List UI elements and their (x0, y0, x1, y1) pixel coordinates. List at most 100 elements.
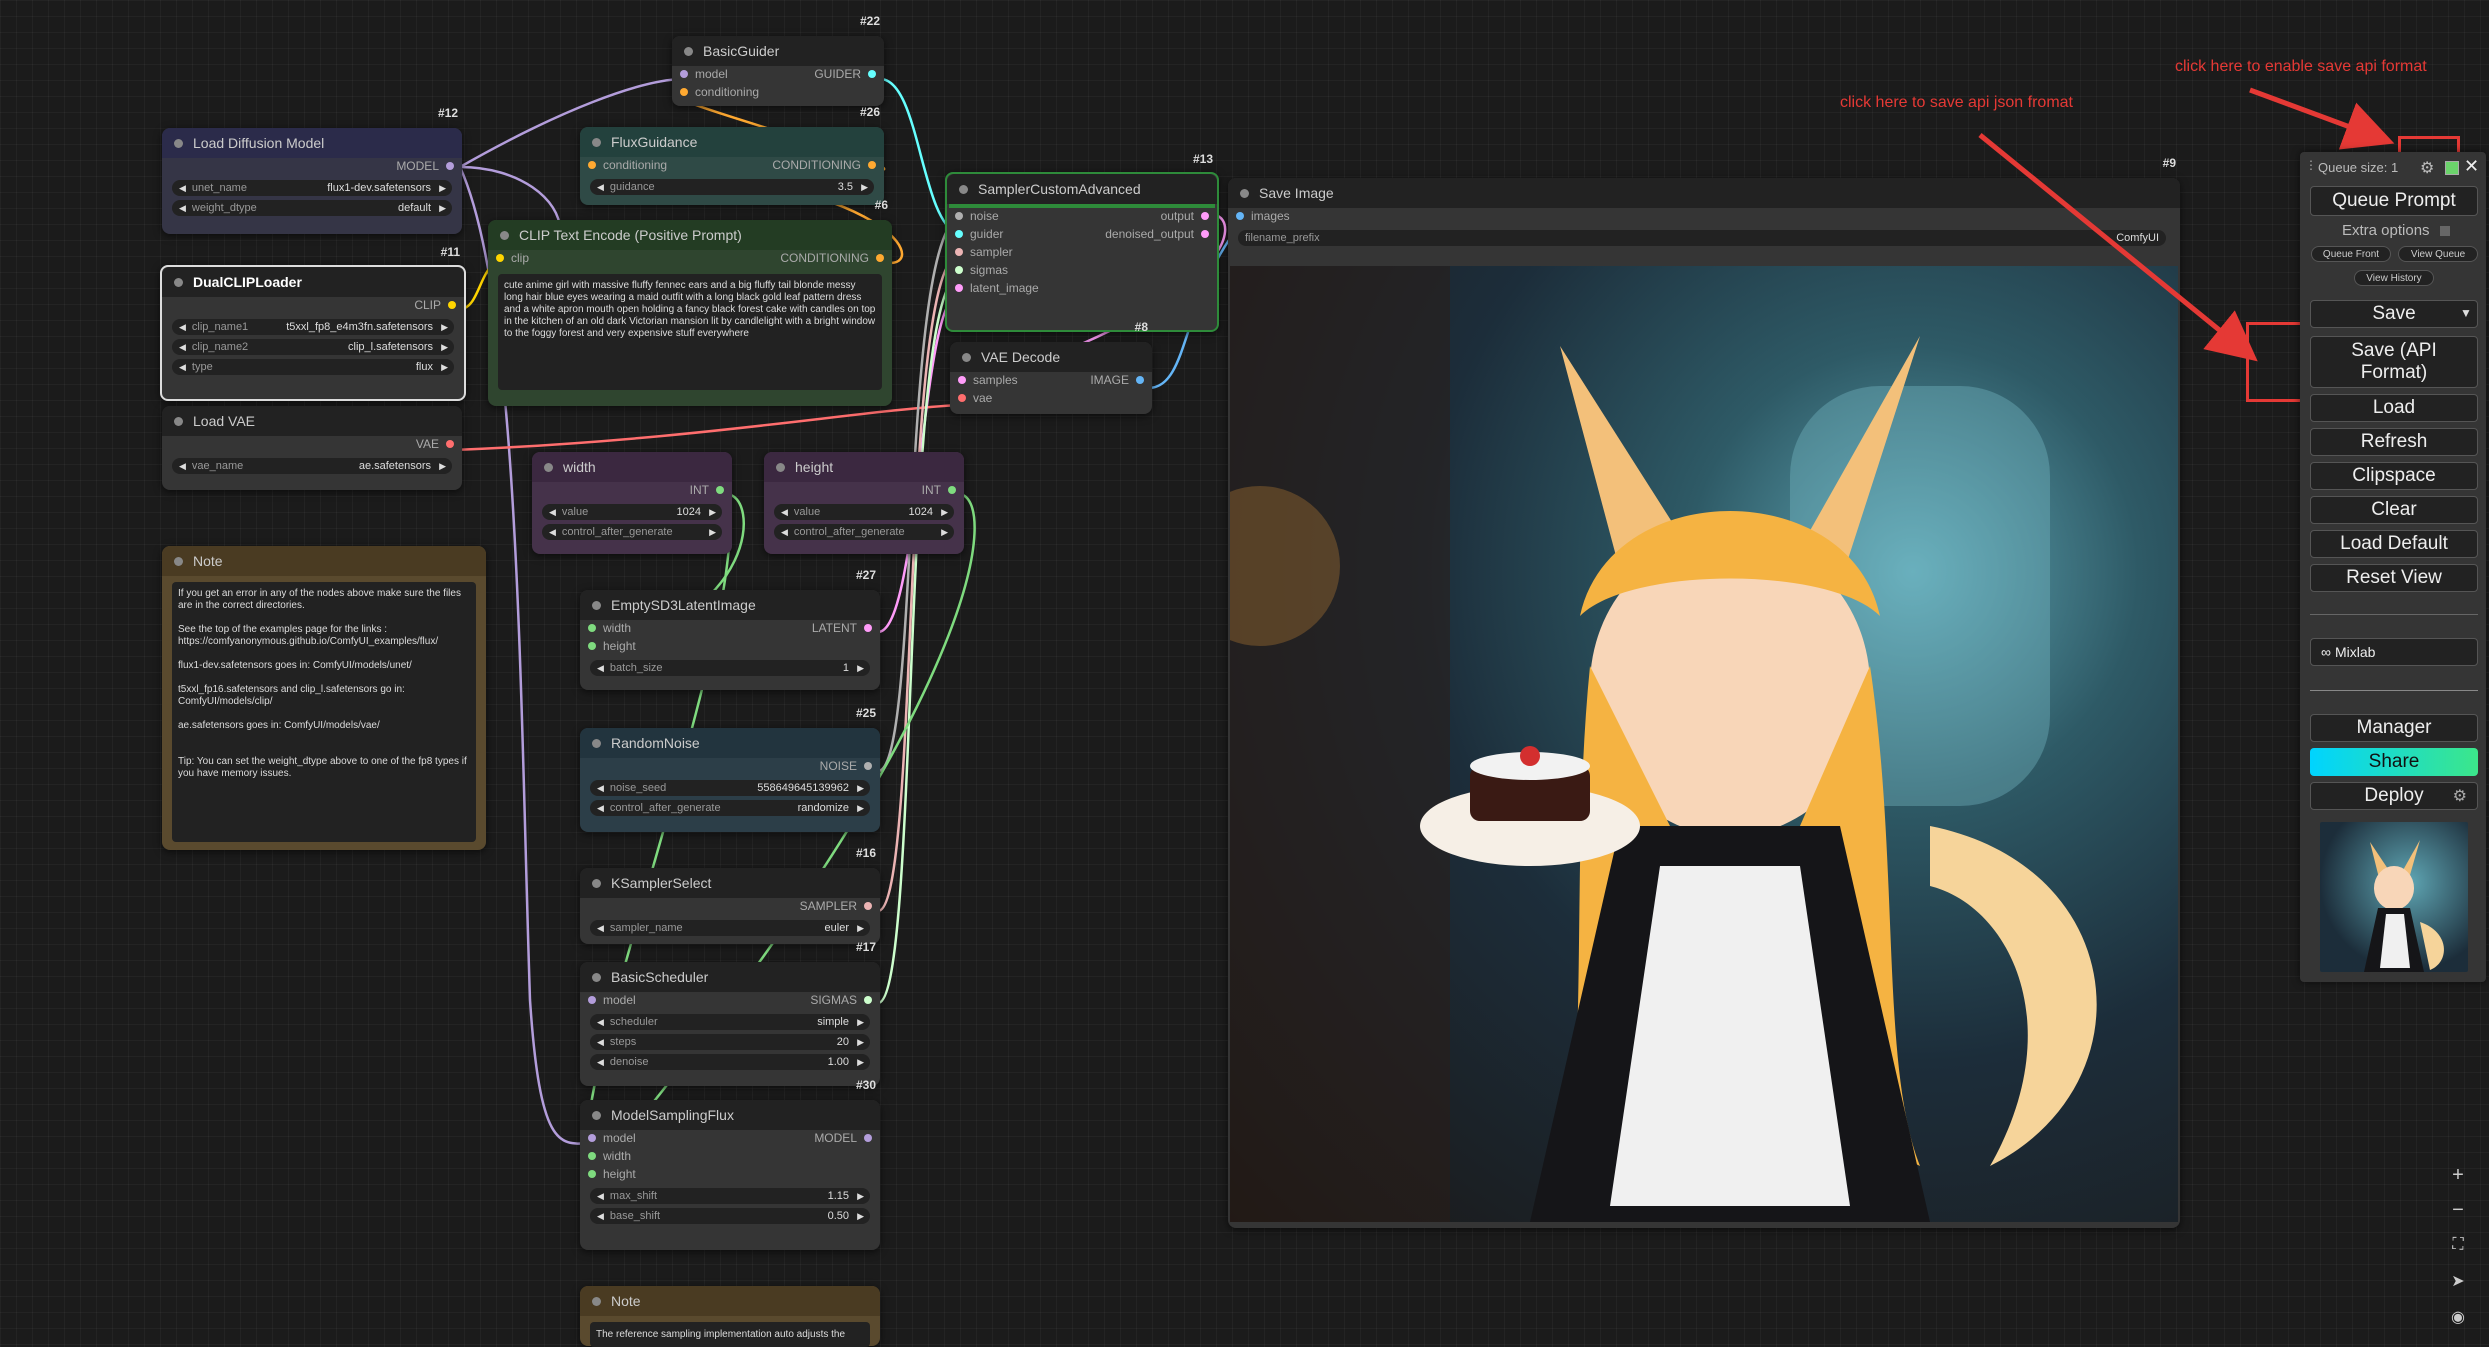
arrow-right-icon[interactable]: ▶ (709, 527, 716, 538)
collapse-dot-icon[interactable] (959, 184, 968, 194)
input-socket[interactable] (955, 284, 963, 292)
node-dual-clip-loader[interactable]: #11 DualCLIPLoader CLIP ◀ clip_name1 t5xxl… (160, 245, 466, 401)
output-socket[interactable] (864, 1134, 872, 1142)
collapse-dot-icon[interactable] (592, 600, 601, 610)
settings-gear-icon[interactable]: ⚙ (2420, 158, 2434, 178)
widget-clip-name1[interactable]: ◀ clip_name1 t5xxl_fp8_e4m3fn.safetensors ▶ (172, 319, 454, 335)
collapse-dot-icon[interactable] (592, 1296, 601, 1306)
output-socket[interactable] (446, 440, 454, 448)
node-header[interactable]: CLIP Text Encode (Positive Prompt) (488, 220, 892, 250)
refresh-button[interactable]: Refresh (2310, 428, 2478, 456)
arrow-left-icon[interactable]: ◀ (179, 183, 186, 194)
node-sampler-custom-advanced[interactable]: #13 SamplerCustomAdvanced noise output gu… (945, 152, 1219, 332)
node-header[interactable]: VAE Decode (950, 342, 1152, 372)
widget-unet-name[interactable]: ◀ unet_name flux1-dev.safetensors ▶ (172, 180, 452, 196)
arrow-left-icon[interactable]: ◀ (597, 663, 604, 674)
prompt-textarea[interactable]: cute anime girl with massive fluffy fenn… (498, 274, 882, 390)
arrow-right-icon[interactable]: ▶ (857, 923, 864, 934)
output-socket[interactable] (1201, 230, 1209, 238)
node-basic-scheduler[interactable]: #17 BasicScheduler model SIGMAS ◀ schedule… (580, 940, 880, 1086)
node-model-sampling-flux[interactable]: #30 ModelSamplingFlux model MODEL width h… (580, 1078, 880, 1250)
node-header[interactable]: Save Image (1228, 178, 2180, 208)
arrow-right-icon[interactable]: ▶ (439, 183, 446, 194)
collapse-dot-icon[interactable] (592, 878, 601, 888)
collapse-dot-icon[interactable] (500, 230, 509, 240)
input-socket[interactable] (588, 996, 596, 1004)
node-load-vae[interactable]: Load VAE VAE ◀ vae_name ae.safetensors ▶ (162, 406, 462, 490)
arrow-left-icon[interactable]: ◀ (597, 1037, 604, 1048)
extra-options-checkbox[interactable] (2440, 226, 2450, 236)
input-socket[interactable] (588, 1134, 596, 1142)
input-socket[interactable] (588, 624, 596, 632)
node-height[interactable]: height INT ◀ value 1024 ▶ ◀ control_after_ge… (764, 452, 964, 554)
arrow-right-icon[interactable]: ▶ (857, 1017, 864, 1028)
node-header[interactable]: ModelSamplingFlux (580, 1100, 880, 1130)
output-socket[interactable] (864, 902, 872, 910)
input-socket[interactable] (588, 1152, 596, 1160)
collapse-dot-icon[interactable] (684, 46, 693, 56)
save-api-format-button[interactable]: Save (API Format) (2310, 336, 2478, 388)
history-thumbnail[interactable] (2320, 822, 2468, 972)
node-header[interactable]: height (764, 452, 964, 482)
reset-view-button[interactable]: Reset View (2310, 564, 2478, 592)
save-button[interactable]: Save (2310, 300, 2478, 328)
widget-base-shift[interactable]: ◀ base_shift 0.50 ▶ (590, 1208, 870, 1224)
node-header[interactable]: Load Diffusion Model (162, 128, 462, 158)
node-header[interactable]: KSamplerSelect (580, 868, 880, 898)
widget-vae-name[interactable]: ◀ vae_name ae.safetensors ▶ (172, 458, 452, 474)
node-header[interactable]: Note (162, 546, 486, 576)
widget-scheduler[interactable]: ◀ scheduler simple ▶ (590, 1014, 870, 1030)
arrow-right-icon[interactable]: ▶ (441, 342, 448, 353)
node-flux-guidance[interactable]: #26 FluxGuidance conditioning CONDITIONIN… (580, 105, 884, 205)
arrow-left-icon[interactable]: ◀ (781, 527, 788, 538)
node-empty-sd3-latent-image[interactable]: #27 EmptySD3LatentImage width LATENT heig… (580, 568, 880, 690)
widget-control-after-generate[interactable]: ◀ control_after_generate randomize ▶ (590, 800, 870, 816)
widget-filename-prefix[interactable]: filename_prefix ComfyUI (1238, 230, 2166, 246)
collapse-dot-icon[interactable] (592, 738, 601, 748)
input-socket[interactable] (955, 248, 963, 256)
arrow-left-icon[interactable]: ◀ (179, 203, 186, 214)
node-note-2[interactable]: Note The reference sampling implementati… (580, 1286, 880, 1347)
node-clip-text-encode[interactable]: #6 CLIP Text Encode (Positive Prompt) cl… (488, 198, 892, 406)
widget-guidance[interactable]: ◀ guidance 3.5 ▶ (590, 179, 874, 195)
node-header[interactable]: BasicScheduler (580, 962, 880, 992)
arrow-right-icon[interactable]: ▶ (941, 527, 948, 538)
input-socket[interactable] (958, 376, 966, 384)
widget-weight-dtype[interactable]: ◀ weight_dtype default ▶ (172, 200, 452, 216)
arrow-right-icon[interactable]: ▶ (709, 507, 716, 518)
arrow-right-icon[interactable]: ▶ (941, 507, 948, 518)
clear-button[interactable]: Clear (2310, 496, 2478, 524)
output-socket[interactable] (864, 624, 872, 632)
collapse-dot-icon[interactable] (174, 277, 183, 287)
node-header[interactable]: DualCLIPLoader (162, 267, 464, 297)
output-socket[interactable] (448, 301, 456, 309)
arrow-right-icon[interactable]: ▶ (857, 1057, 864, 1068)
collapse-dot-icon[interactable] (174, 138, 183, 148)
arrow-left-icon[interactable]: ◀ (597, 803, 604, 814)
arrow-left-icon[interactable]: ◀ (179, 461, 186, 472)
arrow-left-icon[interactable]: ◀ (597, 182, 604, 193)
node-header[interactable]: Load VAE (162, 406, 462, 436)
node-basic-guider[interactable]: #22 BasicGuider model GUIDER conditioning (672, 14, 884, 106)
arrow-right-icon[interactable]: ▶ (857, 783, 864, 794)
save-dropdown-icon[interactable]: ▼ (2460, 306, 2472, 320)
drag-handle-icon[interactable]: ⋮ (2305, 158, 2317, 172)
arrow-left-icon[interactable]: ◀ (597, 1211, 604, 1222)
node-header[interactable]: EmptySD3LatentImage (580, 590, 880, 620)
arrow-right-icon[interactable]: ▶ (857, 1037, 864, 1048)
collapse-dot-icon[interactable] (962, 352, 971, 362)
save-api-toggle-icon[interactable] (2445, 161, 2459, 175)
input-socket[interactable] (955, 212, 963, 220)
node-vae-decode[interactable]: #8 VAE Decode samples IMAGE vae (950, 320, 1152, 414)
widget-control-after-generate[interactable]: ◀ control_after_generate ▶ (542, 524, 722, 540)
node-save-image[interactable]: #9 Save Image images filename_prefix Comf… (1228, 156, 2180, 1228)
queue-front-button[interactable]: Queue Front (2311, 246, 2391, 262)
arrow-left-icon[interactable]: ◀ (597, 1017, 604, 1028)
node-header[interactable]: width (532, 452, 732, 482)
arrow-right-icon[interactable]: ▶ (441, 362, 448, 373)
widget-value[interactable]: ◀ value 1024 ▶ (774, 504, 954, 520)
arrow-left-icon[interactable]: ◀ (597, 1057, 604, 1068)
output-socket[interactable] (876, 254, 884, 262)
arrow-left-icon[interactable]: ◀ (597, 1191, 604, 1202)
collapse-dot-icon[interactable] (544, 462, 553, 472)
